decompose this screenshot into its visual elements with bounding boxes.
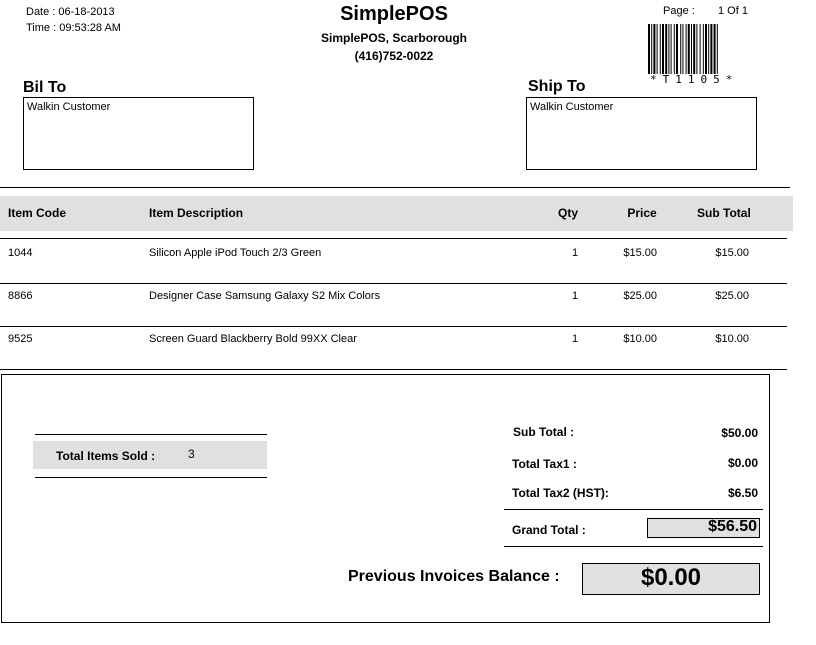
items-sold-bottom-rule [35,477,267,478]
row-subtotal: $25.00 [715,290,749,302]
table-row: 1044 Silicon Apple iPod Touch 2/3 Green … [0,239,787,283]
barcode-label: *T1105* [650,73,739,86]
previous-balance-value: $0.00 [640,564,702,591]
row-qty: 1 [571,247,579,259]
col-header-subtotal: Sub Total [697,206,751,220]
tax1-value: $0.00 [727,456,758,470]
items-sold-label: Total Items Sold : [56,449,156,463]
row-price: $10.00 [623,333,657,345]
previous-balance-label: Previous Invoices Balance : [348,568,560,585]
col-header-qty: Qty [557,206,578,220]
store-address: SimplePOS, Scarborough [320,31,468,45]
row-description: Designer Case Samsung Galaxy S2 Mix Colo… [149,290,381,302]
row-subtotal: $10.00 [715,333,749,345]
row-item-code: 1044 [8,247,33,259]
row-item-code: 9525 [8,333,33,345]
bill-to-box: Walkin Customer [23,97,254,170]
table-bottom-rule [0,369,787,370]
page-number: 1 Of 1 [718,5,748,17]
invoice-date: Date : 06-18-2013 [26,6,115,18]
row-price: $15.00 [623,247,657,259]
ship-to-box: Walkin Customer [526,97,757,170]
tax2-value: $6.50 [727,486,758,500]
items-sold-top-rule [35,434,267,435]
row-item-code: 8866 [8,290,33,302]
page-label: Page : [663,5,695,17]
table-header-bar [0,196,793,231]
tax1-label: Total Tax1 : [512,457,577,471]
table-top-rule [0,187,790,188]
row-subtotal: $15.00 [715,247,749,259]
col-header-item-code: Item Code [8,206,67,220]
col-header-description: Item Description [149,206,244,220]
row-description: Silicon Apple iPod Touch 2/3 Green [149,247,322,259]
bill-to-label: Bil To [23,79,67,96]
tax2-label: Total Tax2 (HST): [512,486,609,500]
ship-to-name: Walkin Customer [530,101,614,113]
col-header-price: Price [627,206,657,220]
row-qty: 1 [571,333,579,345]
subtotal-label: Sub Total : [513,425,575,439]
table-row: 9525 Screen Guard Blackberry Bold 99XX C… [0,327,787,369]
barcode-image [648,24,718,74]
company-title: SimplePOS [340,3,448,25]
grand-total-top-rule [504,509,763,510]
store-phone: (416)752-0022 [354,49,434,63]
grand-total-bottom-rule [504,546,763,547]
row-description: Screen Guard Blackberry Bold 99XX Clear [149,333,357,345]
row-qty: 1 [571,290,579,302]
subtotal-value: $50.00 [721,426,758,440]
row-price: $25.00 [623,290,657,302]
items-sold-value: 3 [188,447,195,461]
grand-total-value: $56.50 [708,518,757,535]
ship-to-label: Ship To [528,78,586,95]
table-row: 8866 Designer Case Samsung Galaxy S2 Mix… [0,284,787,326]
invoice-time: Time : 09:53:28 AM [26,22,121,34]
grand-total-label: Grand Total : [512,523,586,537]
bill-to-name: Walkin Customer [27,101,111,113]
